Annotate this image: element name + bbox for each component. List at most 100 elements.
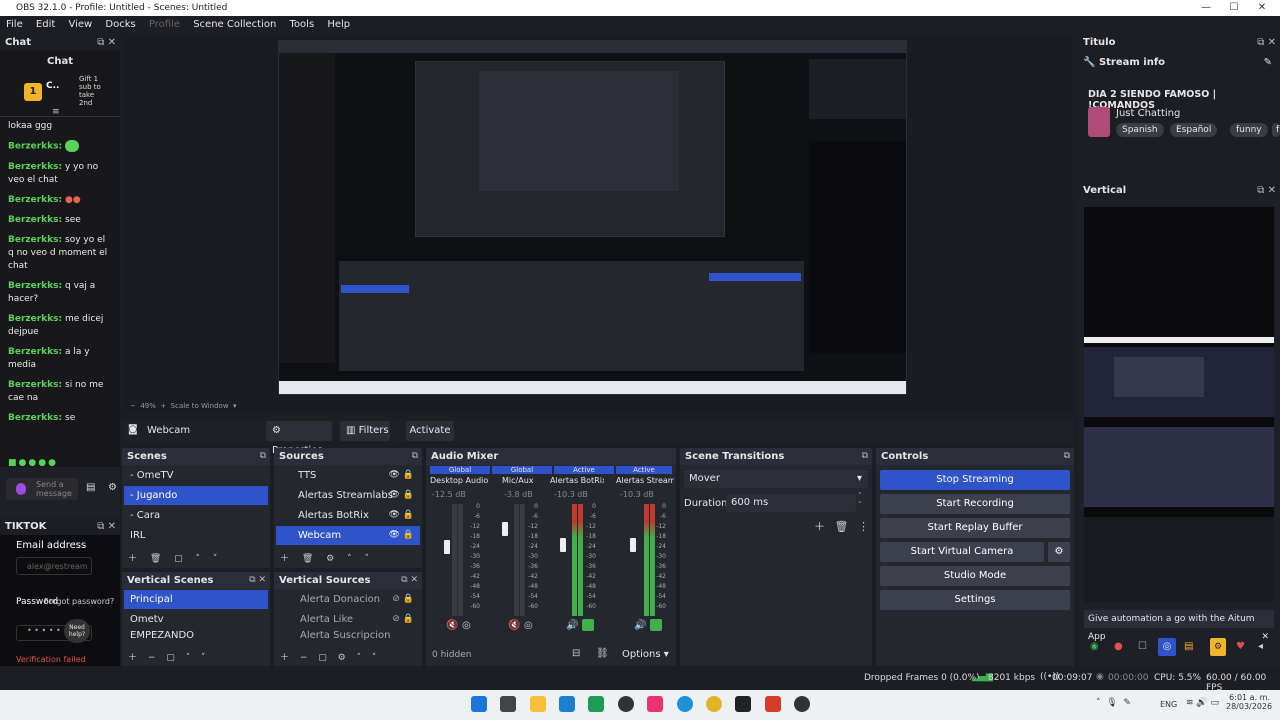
vertical-canvas[interactable]	[1084, 207, 1274, 602]
source-item[interactable]: Webcam 👁 🔒	[276, 526, 420, 545]
app-icon[interactable]	[588, 696, 604, 712]
eye-lock-icons[interactable]: 👁 🔒	[389, 526, 415, 545]
chrome-icon[interactable]	[706, 696, 722, 712]
hidden-lock-icons[interactable]: ⊘ 🔒	[392, 590, 414, 609]
stop-streaming-button[interactable]: Stop Streaming	[880, 470, 1070, 490]
close-window-icon[interactable]: ✕	[1248, 0, 1276, 16]
properties-button[interactable]: ⚙ Properties	[266, 421, 332, 456]
close-icon[interactable]: ✕	[1268, 185, 1276, 196]
menu-tools[interactable]: Tools	[290, 19, 315, 30]
hidden-count[interactable]: 0 hidden	[432, 650, 471, 660]
pause-icon[interactable]: ☐	[1138, 641, 1147, 652]
float-icon[interactable]: ⧉	[260, 448, 266, 465]
start-virtual-camera-button[interactable]: Start Virtual Camera	[880, 542, 1044, 562]
clock[interactable]: 6:01 a. m. 28/03/2026	[1226, 693, 1272, 711]
monitor-icon[interactable]: ◎	[462, 620, 471, 631]
scene-item[interactable]: IRL	[124, 526, 268, 545]
scene-item[interactable]: - OmeTV	[124, 466, 268, 485]
vertical-source-item[interactable]: Alerta Donacion ⊘ 🔒	[276, 590, 420, 609]
taskview-icon[interactable]	[500, 696, 516, 712]
scene-item[interactable]: - Cara	[124, 506, 268, 525]
heart-icon[interactable]: ♥	[1236, 641, 1245, 652]
sources-toolbar[interactable]: ＋ 🗑 ⚙ ˄ ˅	[280, 551, 369, 564]
tag-funny[interactable]: funny	[1230, 123, 1268, 137]
menu-help[interactable]: Help	[327, 19, 350, 30]
float-icon[interactable]: ⧉	[412, 448, 418, 465]
virtual-camera-settings-icon[interactable]: ⚙	[1048, 542, 1070, 562]
menu-file[interactable]: File	[6, 19, 23, 30]
explorer-icon[interactable]	[530, 696, 546, 712]
float-close-icons[interactable]: ⧉ ✕	[249, 572, 266, 589]
settings-icon[interactable]: ⚙	[1210, 638, 1226, 656]
monitor-icon[interactable]: ◎	[524, 620, 533, 631]
menu-edit[interactable]: Edit	[36, 19, 55, 30]
studio-mode-button[interactable]: Studio Mode	[880, 566, 1070, 586]
close-icon[interactable]: ✕	[108, 521, 116, 532]
vertical-source-item[interactable]: Alerta Like ⊘ 🔒	[276, 610, 420, 629]
bits-icon[interactable]	[16, 483, 26, 495]
obs-icon[interactable]	[618, 696, 634, 712]
emote-bar[interactable]: ■●●●●	[8, 458, 112, 470]
vertical-scenes-toolbar[interactable]: ＋ − ▢ ˄ ˅	[128, 650, 206, 663]
eye-lock-icons[interactable]: 👁 🔒	[389, 466, 415, 485]
float-icon[interactable]: ⧉	[1064, 448, 1070, 465]
tag-more[interactable]: f	[1272, 123, 1280, 137]
settings-button[interactable]: Settings	[880, 590, 1070, 610]
headphones-icon[interactable]	[650, 619, 662, 631]
tiktok-icon[interactable]	[647, 696, 663, 712]
menu-view[interactable]: View	[68, 19, 92, 30]
transition-toolbar[interactable]: ＋ 🗑 ⋮	[814, 518, 869, 534]
start-replay-buffer-button[interactable]: Start Replay Buffer	[880, 518, 1070, 538]
preview-zoom[interactable]: − 49% + Scale to Window ▾	[130, 402, 237, 410]
forgot-password-link[interactable]: Forgot password?	[44, 597, 114, 606]
close-icon[interactable]: ✕	[1268, 37, 1276, 48]
stream-icon[interactable]: ◉	[1090, 641, 1099, 652]
vertical-scene-item[interactable]: Ometv	[124, 610, 268, 629]
eye-lock-icons[interactable]: 👁 🔒	[389, 486, 415, 505]
start-icon[interactable]	[471, 696, 487, 712]
source-item[interactable]: Alertas BotRix 👁 🔒	[276, 506, 420, 525]
tag-spanish[interactable]: Spanish	[1116, 123, 1164, 137]
scene-item[interactable]: - Jugando	[124, 486, 268, 505]
vertical-source-item[interactable]: Alerta Suscripcion	[276, 630, 420, 640]
store-icon[interactable]	[559, 696, 575, 712]
float-icon[interactable]: ⧉	[862, 448, 868, 465]
hidden-lock-icons[interactable]: ⊘ 🔒	[392, 610, 414, 629]
layout-icon[interactable]: ⊟	[572, 648, 580, 659]
eye-lock-icons[interactable]: 👁 🔒	[389, 506, 415, 525]
volume-slider[interactable]	[444, 540, 450, 554]
duration-stepper[interactable]: ˄ ˅	[858, 492, 862, 510]
app2-icon[interactable]	[765, 696, 781, 712]
volume-slider[interactable]	[560, 538, 566, 552]
options-button[interactable]: Options ▾	[622, 649, 669, 660]
menu-scene-collection[interactable]: Scene Collection	[193, 19, 276, 30]
activate-button[interactable]: Activate	[406, 421, 454, 441]
transition-select[interactable]: Mover ▾	[684, 470, 868, 488]
link-icon[interactable]: ⛓	[596, 648, 609, 659]
float-icon[interactable]: ⧉	[97, 521, 104, 532]
start-recording-button[interactable]: Start Recording	[880, 494, 1070, 514]
volume-slider[interactable]	[630, 538, 636, 552]
filters-button[interactable]: ▥ Filters	[340, 421, 390, 441]
float-icon[interactable]: ⧉	[1257, 185, 1264, 196]
terminal-icon[interactable]	[735, 696, 751, 712]
float-icon[interactable]: ⧉	[1257, 37, 1264, 48]
menu-profile[interactable]: Profile	[149, 19, 180, 30]
language-indicator[interactable]: ENG	[1160, 700, 1177, 709]
tray-icons[interactable]: ˄ 🎙 ✎	[1096, 698, 1131, 708]
email-field[interactable]: alex@restream	[16, 557, 92, 575]
volume-icon[interactable]: 🔊	[566, 620, 578, 631]
vertical-scene-item[interactable]: Principal	[124, 590, 268, 609]
settings-icon[interactable]: ⚙	[108, 482, 117, 493]
close-icon[interactable]: ✕	[108, 37, 116, 48]
edit-icon[interactable]: ✎	[1264, 57, 1272, 68]
vertical-sources-toolbar[interactable]: ＋ − ▢ ⚙ ˄ ˅	[280, 650, 376, 663]
need-help-button[interactable]: Need help?	[64, 619, 90, 643]
maximize-icon[interactable]: ☐	[1220, 0, 1248, 16]
network-icons[interactable]: ≋ 🔊 ▭	[1186, 698, 1219, 708]
source-item[interactable]: Alertas Streamlabs 👁 🔒	[276, 486, 420, 505]
mute-icon[interactable]: 🔇	[446, 620, 458, 631]
gift-icon[interactable]: ▤	[86, 482, 95, 493]
program-preview[interactable]	[278, 40, 907, 395]
replay-icon[interactable]: ▤	[1184, 641, 1193, 652]
